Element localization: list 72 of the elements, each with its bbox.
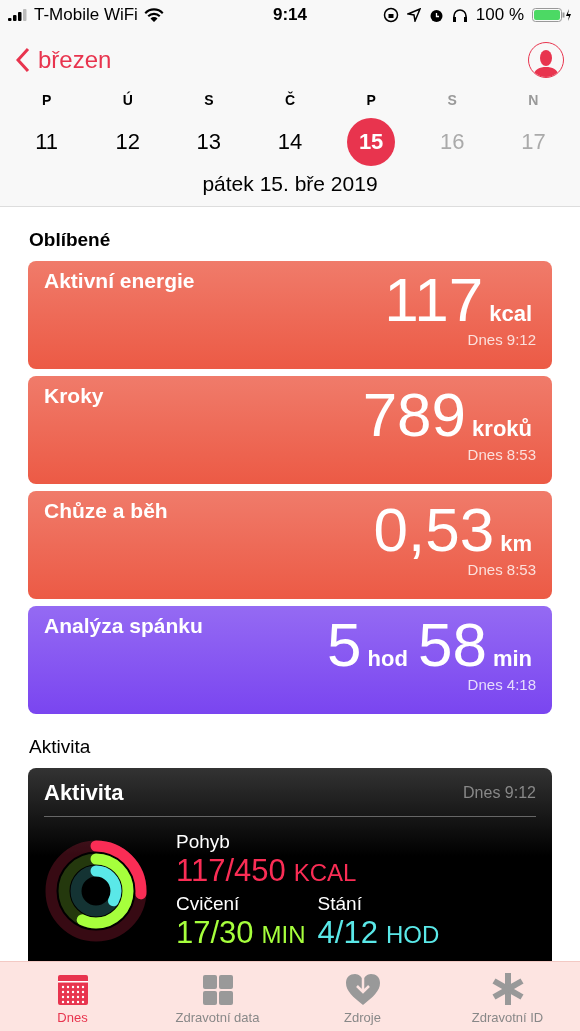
tab-button[interactable]: Dnes bbox=[0, 962, 145, 1031]
card-title: Chůze a běh bbox=[44, 499, 168, 524]
weekday-letter: S bbox=[204, 92, 214, 108]
metric-unit: km bbox=[500, 531, 532, 557]
metric-value: 5 bbox=[327, 614, 362, 676]
day-button[interactable]: 17 bbox=[509, 118, 558, 166]
card-title: Analýza spánku bbox=[44, 614, 203, 639]
location-icon bbox=[406, 8, 421, 22]
weekday-letter: Č bbox=[284, 92, 296, 108]
carrier-name: T-Mobile WiFi bbox=[34, 5, 138, 25]
stat-unit: MIN bbox=[261, 921, 306, 949]
rotation-lock-icon bbox=[382, 7, 399, 23]
stat-unit: KCAL bbox=[293, 859, 357, 887]
metric-unit: kcal bbox=[489, 301, 532, 327]
card-title: Kroky bbox=[44, 384, 104, 409]
weekday-letter: S bbox=[447, 92, 457, 108]
tab-button[interactable]: Zdravotní data bbox=[145, 962, 290, 1031]
signal-icon bbox=[8, 9, 28, 21]
stat-label: Stání bbox=[317, 893, 363, 915]
metric-card[interactable]: Kroky 789 kroků Dnes 8:53 bbox=[28, 376, 552, 484]
tab-button[interactable]: Zdroje bbox=[290, 962, 435, 1031]
card-time: Dnes 4:18 bbox=[467, 676, 536, 693]
metric-value: 58 bbox=[417, 614, 487, 676]
day-button[interactable]: 16 bbox=[428, 118, 477, 166]
metric-unit: min bbox=[492, 646, 532, 672]
stat-label: Cvičení bbox=[176, 893, 241, 915]
stat-unit: HOD bbox=[385, 921, 440, 949]
back-link[interactable]: březen bbox=[16, 46, 112, 74]
stat-value: 17/30 bbox=[176, 915, 254, 951]
heart-icon bbox=[344, 972, 381, 1006]
day-button[interactable]: 14 bbox=[266, 118, 314, 166]
battery-percent: 100 % bbox=[475, 5, 524, 25]
card-time: Dnes 8:53 bbox=[467, 446, 536, 463]
section-title: Aktivita bbox=[29, 736, 91, 757]
asterisk-icon bbox=[490, 972, 525, 1006]
card-time: Dnes 8:53 bbox=[467, 561, 536, 578]
metric-value: 0,53 bbox=[373, 499, 495, 561]
clock-time: 9:14 bbox=[273, 5, 307, 25]
calendar-icon bbox=[56, 974, 89, 1006]
metric-unit: hod bbox=[367, 646, 408, 672]
day-button[interactable]: 11 bbox=[22, 118, 71, 166]
activity-card[interactable]: Aktivita Dnes 9:12 Pohyb 117/450 KCAL Cvičení 17/30 MIN Stání 4/12 HOD bbox=[28, 768, 552, 961]
stat-value: 117/450 bbox=[176, 853, 286, 889]
day-button[interactable]: 13 bbox=[184, 118, 233, 166]
stat-value: 4/12 bbox=[317, 915, 378, 951]
wifi-icon bbox=[143, 8, 164, 22]
headphones-icon bbox=[451, 7, 468, 23]
tab-button[interactable]: Zdravotní ID bbox=[435, 962, 580, 1031]
day-button[interactable]: 12 bbox=[103, 118, 152, 166]
card-title: Aktivní energie bbox=[44, 269, 195, 294]
chevron-left-icon bbox=[16, 47, 30, 73]
day-button[interactable]: 15 bbox=[347, 118, 396, 166]
metric-card[interactable]: Chůze a běh 0,53 km Dnes 8:53 bbox=[28, 491, 552, 599]
metric-value: 117 bbox=[384, 269, 484, 331]
card-time: Dnes 9:12 bbox=[467, 331, 536, 348]
weekday-letter: P bbox=[366, 92, 376, 108]
battery-charging-icon bbox=[532, 8, 572, 22]
stat-label: Pohyb bbox=[176, 831, 231, 853]
weekday-letter: P bbox=[41, 92, 52, 108]
card-time: Dnes 9:12 bbox=[463, 784, 536, 802]
metric-card[interactable]: Analýza spánku 5 hod 58 min Dnes 4:18 bbox=[28, 606, 552, 714]
date-title: pátek 15. bře 2019 bbox=[202, 172, 378, 195]
person-icon bbox=[533, 49, 559, 77]
metric-unit: kroků bbox=[472, 416, 532, 442]
weekday-letter: Ú bbox=[122, 92, 133, 108]
card-title: Aktivita bbox=[44, 780, 124, 806]
weekday-letter: N bbox=[528, 92, 539, 108]
metric-value: 789 bbox=[362, 384, 467, 446]
metric-card[interactable]: Aktivní energie 117 kcal Dnes 9:12 bbox=[28, 261, 552, 369]
alarm-icon bbox=[428, 7, 444, 23]
section-title: Oblíbené bbox=[29, 229, 111, 250]
grid-icon bbox=[201, 974, 234, 1006]
